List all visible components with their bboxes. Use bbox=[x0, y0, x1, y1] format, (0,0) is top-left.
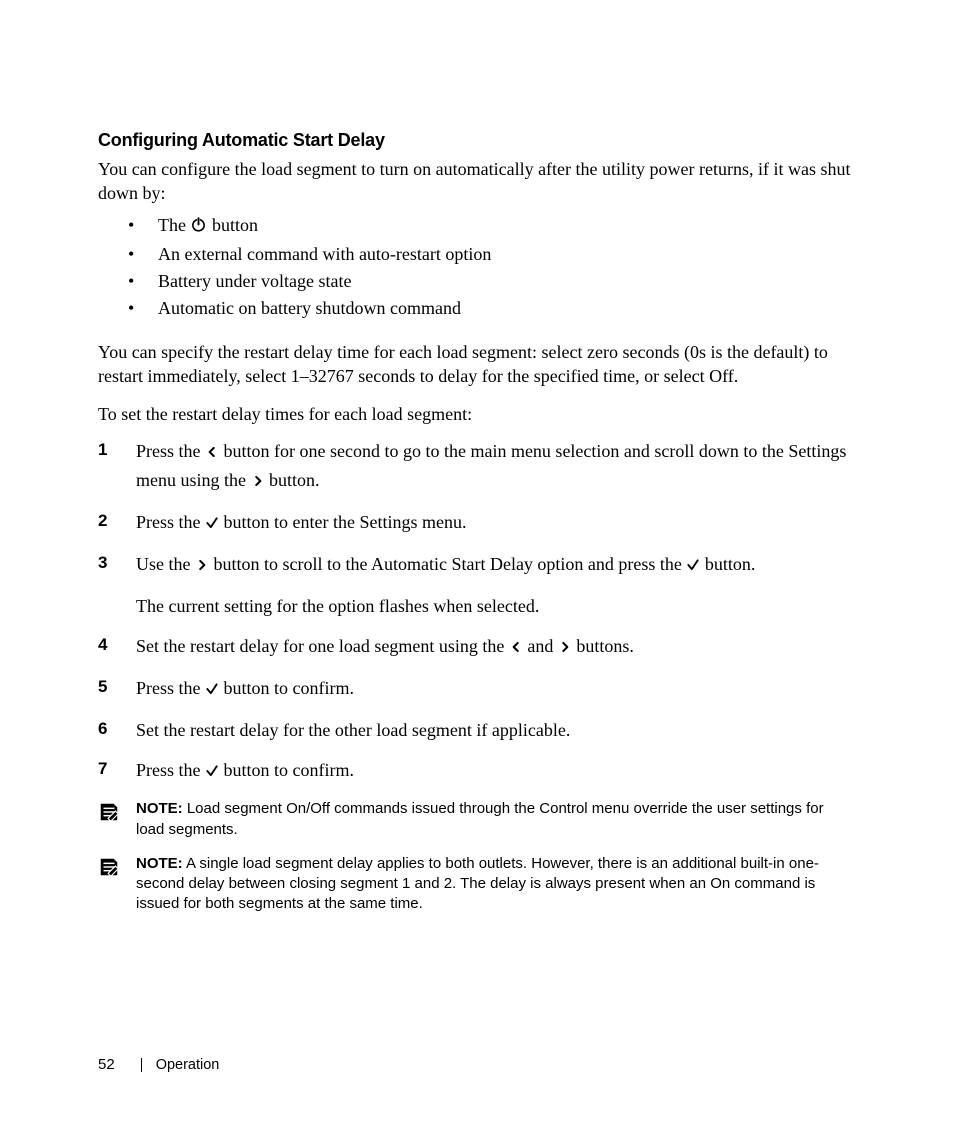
step-text: Press the button to confirm. bbox=[136, 760, 354, 780]
footer-section: Operation bbox=[156, 1057, 220, 1073]
section-heading: Configuring Automatic Start Delay bbox=[98, 130, 856, 151]
note-block: NOTE: Load segment On/Off commands issue… bbox=[98, 799, 856, 840]
check-icon bbox=[205, 759, 219, 785]
bullet-list: The buttonAn external command with auto-… bbox=[98, 212, 856, 322]
footer-divider bbox=[141, 1058, 142, 1072]
step-text: Press the button to confirm. bbox=[136, 678, 354, 698]
intro-paragraph: You can configure the load segment to tu… bbox=[98, 157, 856, 206]
note-icon bbox=[98, 856, 120, 878]
document-page: Configuring Automatic Start Delay You ca… bbox=[0, 0, 954, 1145]
step-item: Set the restart delay for one load segme… bbox=[98, 633, 856, 661]
bullet-item: Automatic on battery shutdown command bbox=[142, 295, 856, 322]
bullet-item: Battery under voltage state bbox=[142, 268, 856, 295]
step-text: Set the restart delay for the other load… bbox=[136, 720, 570, 740]
page-footer: 52 Operation bbox=[98, 1056, 219, 1073]
note-label: NOTE: bbox=[136, 800, 183, 817]
check-icon bbox=[205, 677, 219, 703]
bullet-suffix: button bbox=[207, 215, 258, 235]
page-number: 52 bbox=[98, 1056, 115, 1073]
power-icon bbox=[190, 214, 207, 241]
right-icon bbox=[558, 635, 572, 661]
check-icon bbox=[205, 511, 219, 537]
step-subtext: The current setting for the option flash… bbox=[136, 593, 856, 619]
bullet-item: An external command with auto-restart op… bbox=[142, 241, 856, 268]
steps-list: Press the button for one second to go to… bbox=[98, 438, 856, 785]
bullet-prefix: The bbox=[158, 215, 190, 235]
step-text: Use the button to scroll to the Automati… bbox=[136, 554, 755, 574]
step-item: Press the button to confirm. bbox=[98, 757, 856, 785]
step-text: Set the restart delay for one load segme… bbox=[136, 636, 634, 656]
check-icon bbox=[686, 553, 700, 579]
step-text: Press the button for one second to go to… bbox=[136, 441, 846, 489]
step-item: Use the button to scroll to the Automati… bbox=[98, 551, 856, 619]
step-item: Press the button to enter the Settings m… bbox=[98, 509, 856, 537]
note-text: NOTE: A single load segment delay applie… bbox=[136, 854, 856, 915]
right-icon bbox=[251, 469, 265, 495]
paragraph-3: To set the restart delay times for each … bbox=[98, 402, 856, 426]
paragraph-2: You can specify the restart delay time f… bbox=[98, 340, 856, 389]
step-item: Set the restart delay for the other load… bbox=[98, 717, 856, 743]
note-label: NOTE: bbox=[136, 855, 183, 872]
left-icon bbox=[509, 635, 523, 661]
step-item: Press the button for one second to go to… bbox=[98, 438, 856, 494]
note-text: NOTE: Load segment On/Off commands issue… bbox=[136, 799, 856, 840]
notes-container: NOTE: Load segment On/Off commands issue… bbox=[98, 799, 856, 914]
right-icon bbox=[195, 553, 209, 579]
left-icon bbox=[205, 440, 219, 466]
step-text: Press the button to enter the Settings m… bbox=[136, 512, 466, 532]
bullet-item: The button bbox=[142, 212, 856, 241]
step-item: Press the button to confirm. bbox=[98, 675, 856, 703]
note-block: NOTE: A single load segment delay applie… bbox=[98, 854, 856, 915]
note-icon bbox=[98, 801, 120, 823]
